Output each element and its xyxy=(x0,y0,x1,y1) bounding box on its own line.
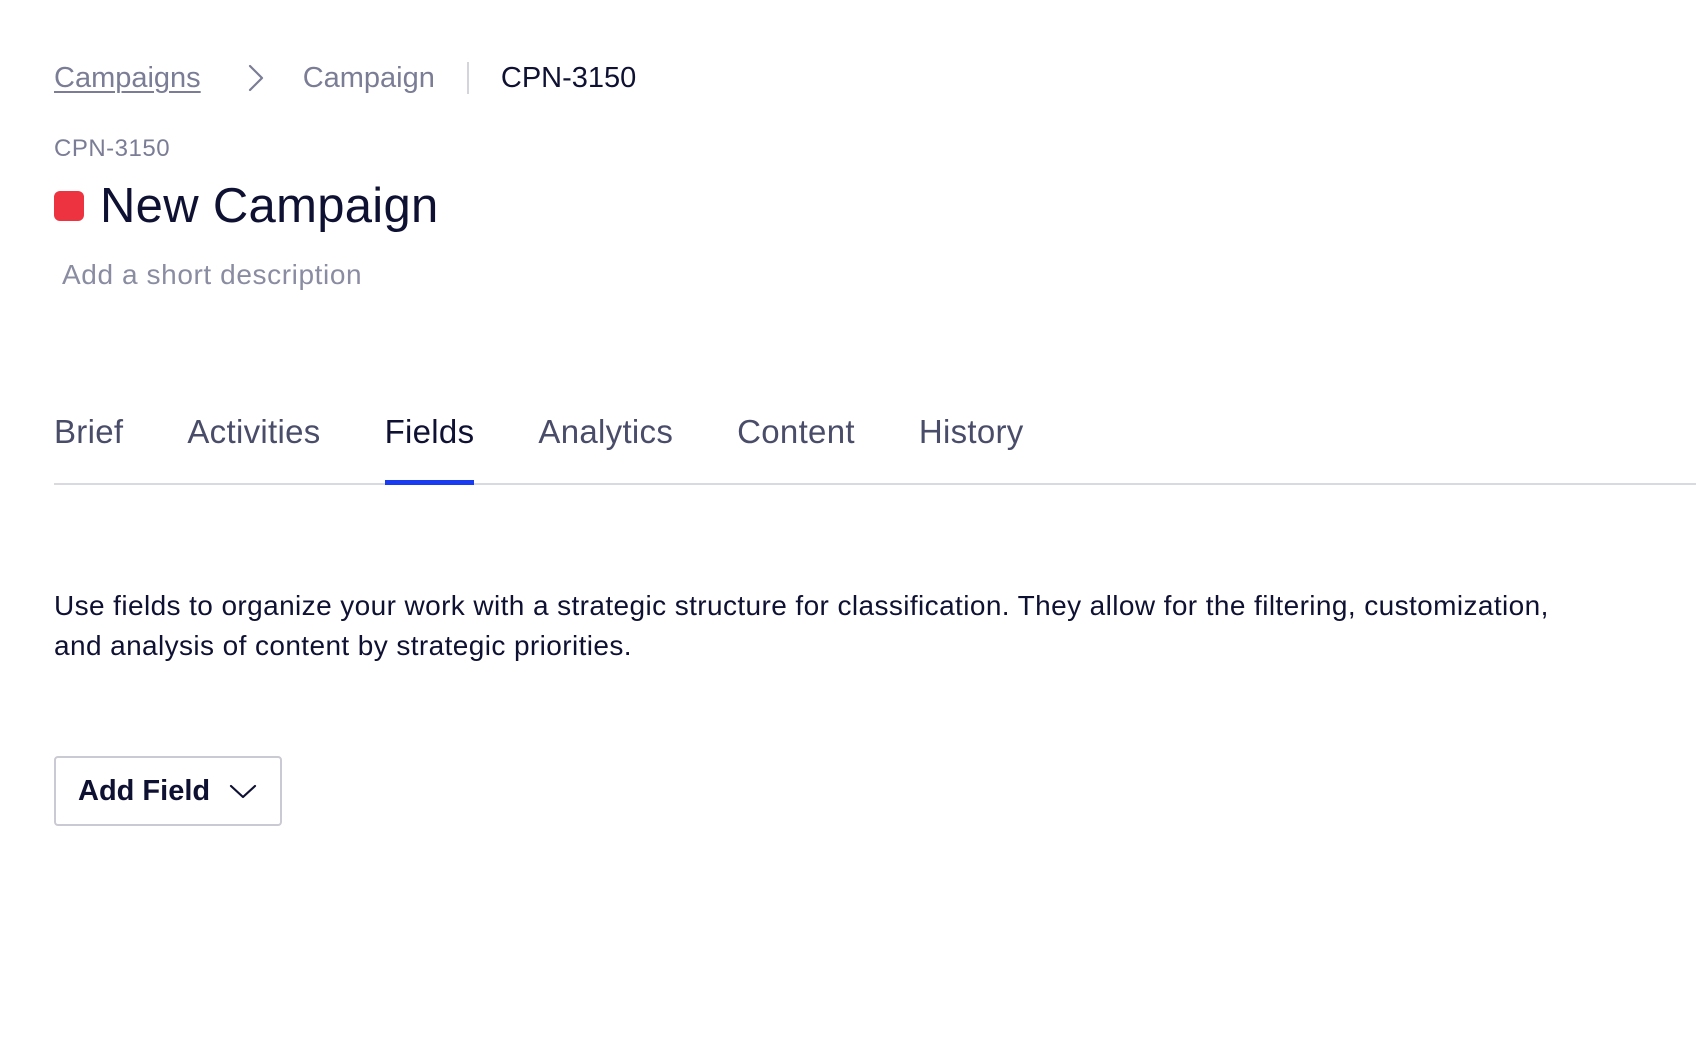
tab-content[interactable]: Content xyxy=(737,405,855,483)
breadcrumb: Campaigns Campaign CPN-3150 xyxy=(54,60,636,96)
campaign-code: CPN-3150 xyxy=(54,135,171,162)
chevron-down-icon xyxy=(228,781,258,801)
tab-analytics[interactable]: Analytics xyxy=(538,405,673,483)
tab-activities[interactable]: Activities xyxy=(187,405,320,483)
description-input[interactable] xyxy=(54,255,522,295)
add-field-label: Add Field xyxy=(78,774,211,807)
add-field-button[interactable]: Add Field xyxy=(54,756,283,826)
campaign-color-swatch[interactable] xyxy=(54,191,84,221)
tab-bar: Brief Activities Fields Analytics Conten… xyxy=(54,405,1696,485)
page-title[interactable]: New Campaign xyxy=(100,178,439,234)
fields-intro-text: Use fields to organize your work with a … xyxy=(54,590,1549,661)
tab-brief[interactable]: Brief xyxy=(54,405,123,483)
breadcrumb-current: CPN-3150 xyxy=(500,61,637,94)
breadcrumb-divider xyxy=(466,62,469,94)
tab-history[interactable]: History xyxy=(919,405,1024,483)
tab-fields[interactable]: Fields xyxy=(384,405,475,485)
breadcrumb-campaigns-link[interactable]: Campaigns xyxy=(54,62,201,95)
campaign-page: Campaigns Campaign CPN-3150 CPN-3150 New… xyxy=(54,0,1696,1054)
breadcrumb-campaign: Campaign xyxy=(302,61,435,94)
chevron-right-icon xyxy=(239,61,273,95)
title-row: New Campaign xyxy=(54,176,439,236)
